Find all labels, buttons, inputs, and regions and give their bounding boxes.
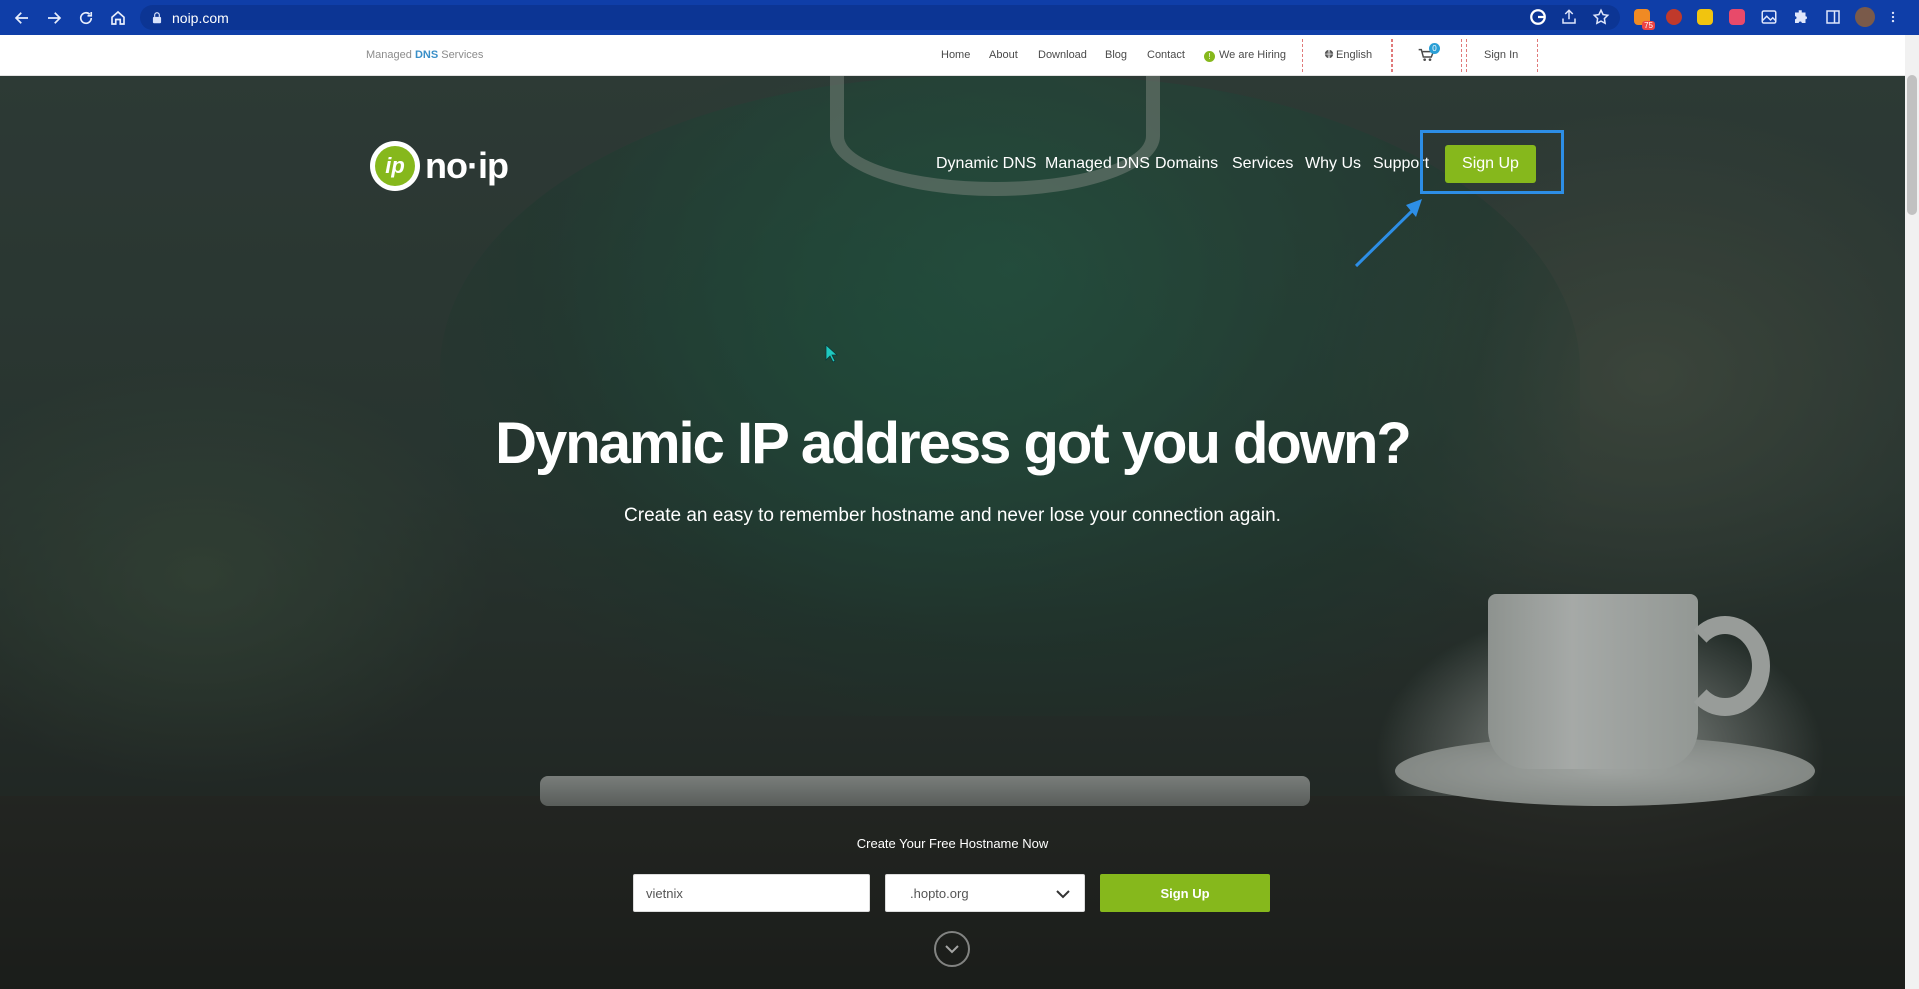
scroll-down-button[interactable] xyxy=(934,931,970,967)
globe-icon xyxy=(1324,49,1334,59)
nav-why-us[interactable]: Why Us xyxy=(1305,155,1361,173)
chevron-down-icon xyxy=(945,945,959,954)
nav-services[interactable]: Services xyxy=(1232,155,1293,173)
puzzle-icon[interactable] xyxy=(1790,6,1812,28)
profile-avatar[interactable] xyxy=(1854,6,1876,28)
mouse-cursor-icon xyxy=(825,344,839,363)
info-icon: ! xyxy=(1204,51,1215,62)
extension-icon[interactable] xyxy=(1694,6,1716,28)
reload-icon[interactable] xyxy=(70,0,102,35)
hero-headline: Dynamic IP address got you down? xyxy=(495,411,1412,476)
forward-icon[interactable] xyxy=(38,0,70,35)
domain-select[interactable]: .hopto.org xyxy=(885,874,1085,912)
hero-subhead: Create an easy to remember hostname and … xyxy=(624,505,1281,526)
top-link-home[interactable]: Home xyxy=(941,49,970,61)
bookmark-star-icon[interactable] xyxy=(1590,6,1612,28)
back-icon[interactable] xyxy=(6,0,38,35)
language-label: English xyxy=(1336,49,1373,61)
hostname-form-label: Create Your Free Hostname Now xyxy=(856,836,1049,851)
hero-overlay xyxy=(0,76,1905,989)
utility-bar: Managed DNS Services Home About Download… xyxy=(0,35,1905,76)
annotation-highlight-box xyxy=(1420,130,1564,194)
extension-icon[interactable] xyxy=(1726,6,1748,28)
sidebar-icon[interactable] xyxy=(1822,6,1844,28)
top-link-sign-in[interactable]: Sign In xyxy=(1484,49,1518,61)
google-icon[interactable] xyxy=(1527,6,1549,28)
nav-domains[interactable]: Domains xyxy=(1155,155,1218,173)
share-icon[interactable] xyxy=(1558,6,1580,28)
logo-mark: ip xyxy=(370,141,420,191)
logo-text: no·ip xyxy=(425,145,509,186)
annotation-arrow xyxy=(1354,199,1422,268)
top-link-download[interactable]: Download xyxy=(1038,49,1087,61)
image-icon[interactable] xyxy=(1758,6,1780,28)
nav-dynamic-dns[interactable]: Dynamic DNS xyxy=(936,155,1036,173)
hostname-input[interactable] xyxy=(633,874,870,912)
nav-managed-dns[interactable]: Managed DNS xyxy=(1045,155,1150,173)
lock-icon xyxy=(152,11,162,23)
top-link-blog[interactable]: Blog xyxy=(1105,49,1127,61)
language-selector[interactable]: English xyxy=(1324,49,1372,61)
scrollbar-thumb[interactable] xyxy=(1907,75,1917,215)
browser-toolbar: noip.com 75 xyxy=(0,0,1919,35)
url-text: noip.com xyxy=(172,9,229,26)
hiring-label: We are Hiring xyxy=(1219,49,1287,61)
home-icon[interactable] xyxy=(102,0,134,35)
extension-icon[interactable] xyxy=(1663,6,1685,28)
noip-logo[interactable]: ip no·ip xyxy=(370,140,509,192)
menu-kebab-icon[interactable] xyxy=(1886,6,1900,28)
page-scrollbar[interactable] xyxy=(1905,35,1919,989)
cart-count-badge: 0 xyxy=(1429,43,1440,54)
address-bar[interactable]: noip.com xyxy=(140,5,1620,30)
top-link-hiring[interactable]: ! We are Hiring xyxy=(1204,49,1286,62)
top-link-about[interactable]: About xyxy=(989,49,1018,61)
domain-select-value: .hopto.org xyxy=(910,885,969,901)
form-signup-button[interactable]: Sign Up xyxy=(1100,874,1270,912)
extension-badge-count: 75 xyxy=(1642,21,1655,30)
chevron-down-icon xyxy=(1056,890,1070,899)
hero-section: ip no·ip Dynamic DNS Managed DNS Domains… xyxy=(0,76,1905,989)
extension-badge-icon[interactable]: 75 xyxy=(1631,6,1655,30)
top-link-contact[interactable]: Contact xyxy=(1147,49,1185,61)
logo-mark-text: ip xyxy=(375,146,415,186)
